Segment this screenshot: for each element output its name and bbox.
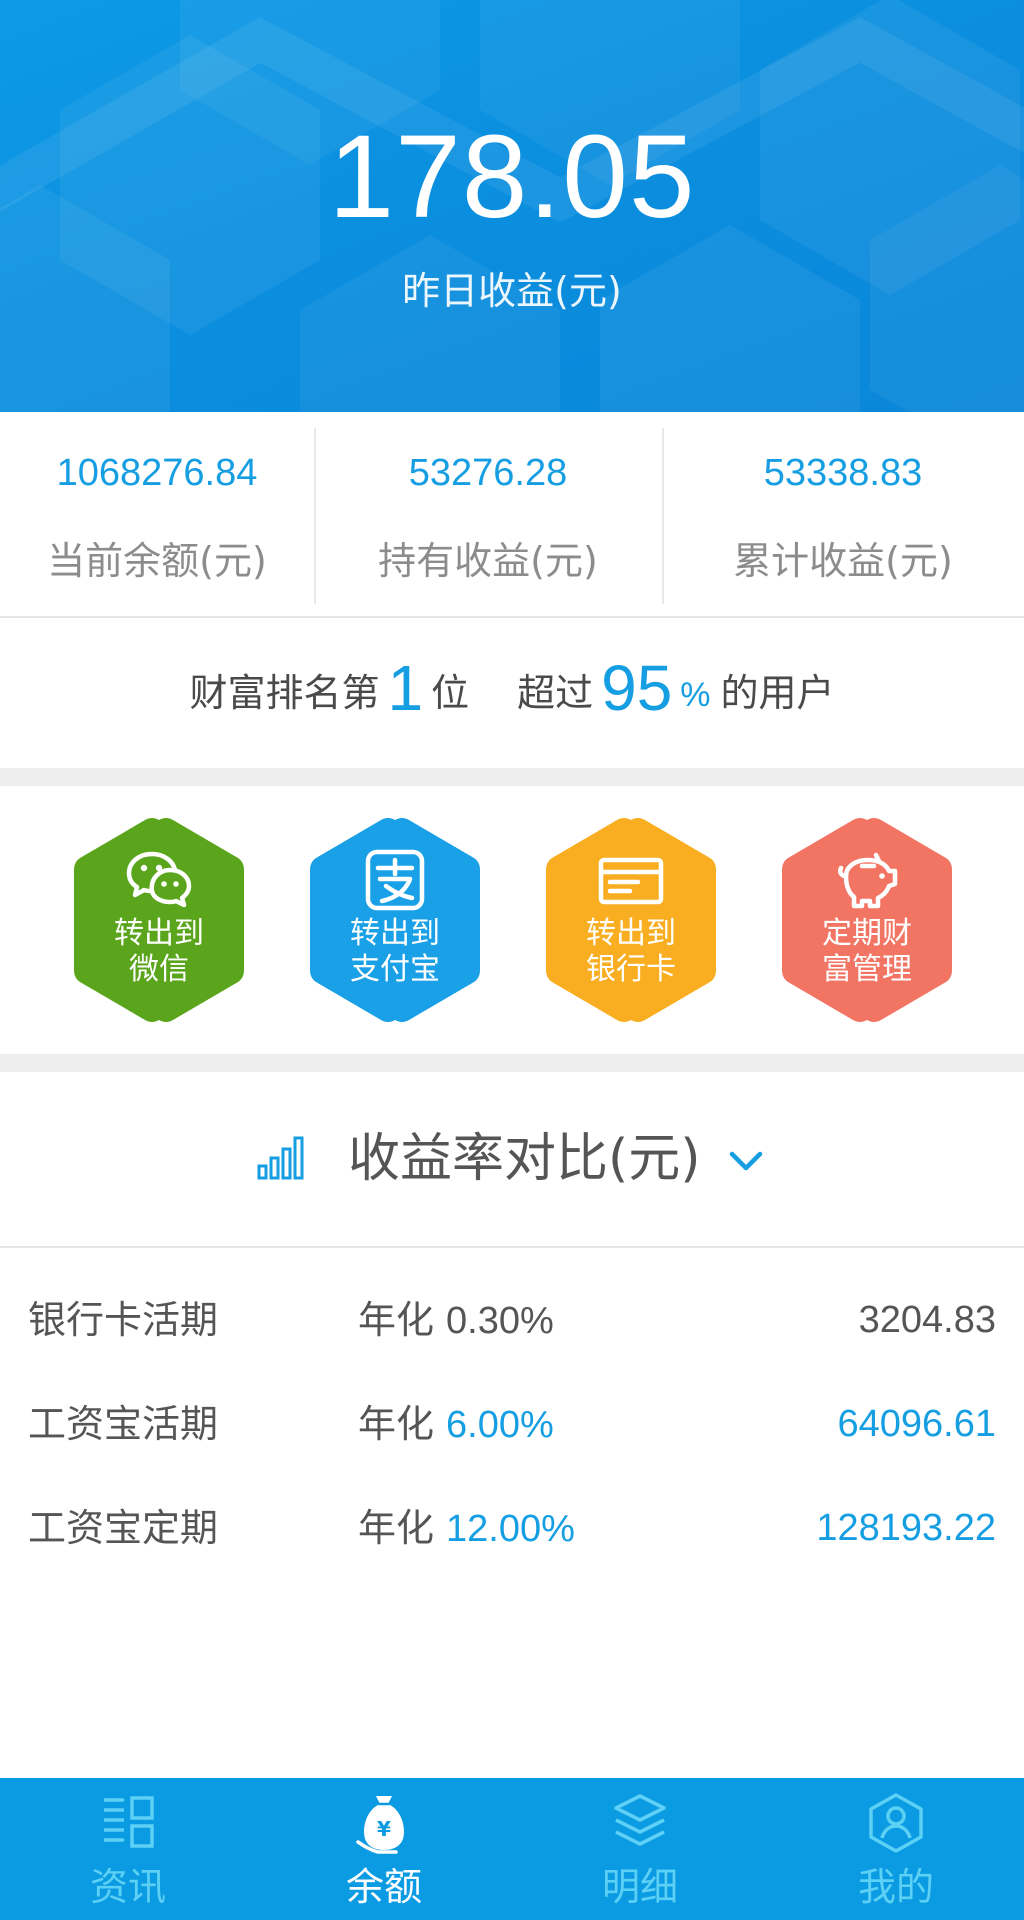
yield-comparison-title: 收益率对比(元) <box>348 1129 701 1189</box>
projected-amount: 3204.83 <box>858 1299 996 1341</box>
product-name: 工资宝活期 <box>28 1402 219 1446</box>
annual-rate-label: 年化 <box>358 1506 435 1550</box>
transfer-to-alipay-button[interactable]: 转出到 支付宝 <box>308 816 482 1024</box>
yield-comparison-toggle[interactable]: 收益率对比(元) <box>0 1072 1024 1248</box>
projected-amount: 128193.22 <box>816 1507 996 1549</box>
wealth-ranking-line: 财富排名第 1 位 超过 95% 的用户 <box>0 648 1024 735</box>
annual-rate-value: 6.00% <box>446 1404 554 1446</box>
section-divider <box>0 768 1024 786</box>
wechat-action-line2: 微信 <box>129 952 189 987</box>
bottom-tab-bar: 资讯 ¥ 余额 明细 我的 <box>0 1778 1024 1920</box>
total-income-value: 53338.83 <box>763 452 923 494</box>
current-balance-stat: 1068276.84 当前余额(元) <box>0 412 314 616</box>
fixed-wealth-management-button[interactable]: 定期财 富管理 <box>780 816 954 1024</box>
annual-rate-label: 年化 <box>358 1298 435 1342</box>
wealth-ranking: 财富排名第 1 位 超过 95% 的用户 <box>0 620 1024 768</box>
projected-amount: 64096.61 <box>837 1403 997 1445</box>
tab-profile[interactable]: 我的 <box>768 1778 1024 1920</box>
wechat-icon <box>126 851 192 908</box>
news-icon <box>104 1796 154 1848</box>
total-income-label: 累计收益(元) <box>733 539 953 583</box>
alipay-action-line1: 转出到 <box>350 916 440 951</box>
product-name: 工资宝定期 <box>28 1506 219 1550</box>
tab-profile-label: 我的 <box>857 1865 934 1909</box>
total-income-stat: 53338.83 累计收益(元) <box>662 412 1024 616</box>
bank-card-action-line2: 银行卡 <box>586 952 676 987</box>
transfer-to-bank-card-button[interactable]: 转出到 银行卡 <box>544 816 718 1024</box>
holding-income-stat: 53276.28 持有收益(元) <box>314 412 662 616</box>
tab-balance-label: 余额 <box>345 1865 422 1909</box>
money-bag-icon: ¥ <box>356 1796 404 1854</box>
wealth-action-line2: 富管理 <box>822 952 912 987</box>
bank-card-icon <box>598 857 664 905</box>
ranking-suffix: 位 <box>431 671 470 715</box>
profile-icon <box>869 1793 923 1853</box>
section-divider <box>0 1054 1024 1072</box>
beat-suffix: 的用户 <box>720 671 835 715</box>
product-name: 银行卡活期 <box>28 1298 219 1342</box>
svg-text:¥: ¥ <box>377 1817 391 1841</box>
yesterday-income-label: 昨日收益(元) <box>402 269 622 313</box>
yield-comparison-list: 银行卡活期 年化 0.30% 3204.83 工资宝活期 年化 6.00% 6409… <box>0 1248 1024 1584</box>
beat-prefix: 超过 <box>517 671 594 715</box>
annual-rate-value: 12.00% <box>446 1508 575 1550</box>
bank-card-action-line1: 转出到 <box>586 916 676 951</box>
annual-rate-value: 0.30% <box>446 1300 554 1342</box>
list-item: 工资宝定期 年化 12.00% 128193.22 <box>0 1480 1024 1584</box>
tab-balance[interactable]: ¥ 余额 <box>256 1778 512 1920</box>
piggy-bank-icon <box>837 852 898 909</box>
tab-details-label: 明细 <box>601 1865 678 1909</box>
annual-rate: 年化 6.00% <box>358 1396 554 1453</box>
layers-icon <box>614 1794 666 1846</box>
tab-news-label: 资讯 <box>89 1865 166 1909</box>
holding-income-label: 持有收益(元) <box>378 539 598 583</box>
annual-rate-label: 年化 <box>358 1402 435 1446</box>
current-balance-label: 当前余额(元) <box>47 539 267 583</box>
alipay-icon <box>365 849 425 911</box>
list-item: 工资宝活期 年化 6.00% 64096.61 <box>0 1376 1024 1480</box>
income-header: 178.05 昨日收益(元) <box>0 0 1024 412</box>
ranking-position: 1 <box>387 652 424 724</box>
list-item: 银行卡活期 年化 0.30% 3204.83 <box>0 1272 1024 1376</box>
current-balance-value: 1068276.84 <box>56 452 258 494</box>
annual-rate: 年化 12.00% <box>358 1500 575 1557</box>
transfer-actions: 转出到 微信 转出到 支付宝 转出到 银行卡 定期财 富管理 <box>0 786 1024 1054</box>
chevron-down-icon[interactable] <box>726 1142 766 1182</box>
wechat-action-line1: 转出到 <box>114 916 204 951</box>
alipay-action-line2: 支付宝 <box>350 952 440 987</box>
transfer-to-wechat-button[interactable]: 转出到 微信 <box>72 816 246 1024</box>
balance-stats: 1068276.84 当前余额(元) 53276.28 持有收益(元) 5333… <box>0 412 1024 618</box>
bar-chart-icon <box>257 1136 304 1180</box>
ranking-prefix: 财富排名第 <box>189 671 380 715</box>
beat-percent: 95 <box>601 652 673 724</box>
holding-income-value: 53276.28 <box>408 452 568 494</box>
yesterday-income-amount: 178.05 <box>328 111 696 243</box>
percent-sign: % <box>680 676 711 714</box>
tab-details[interactable]: 明细 <box>512 1778 768 1920</box>
wealth-action-line1: 定期财 <box>822 916 912 951</box>
tab-news[interactable]: 资讯 <box>0 1778 256 1920</box>
annual-rate: 年化 0.30% <box>358 1292 554 1349</box>
